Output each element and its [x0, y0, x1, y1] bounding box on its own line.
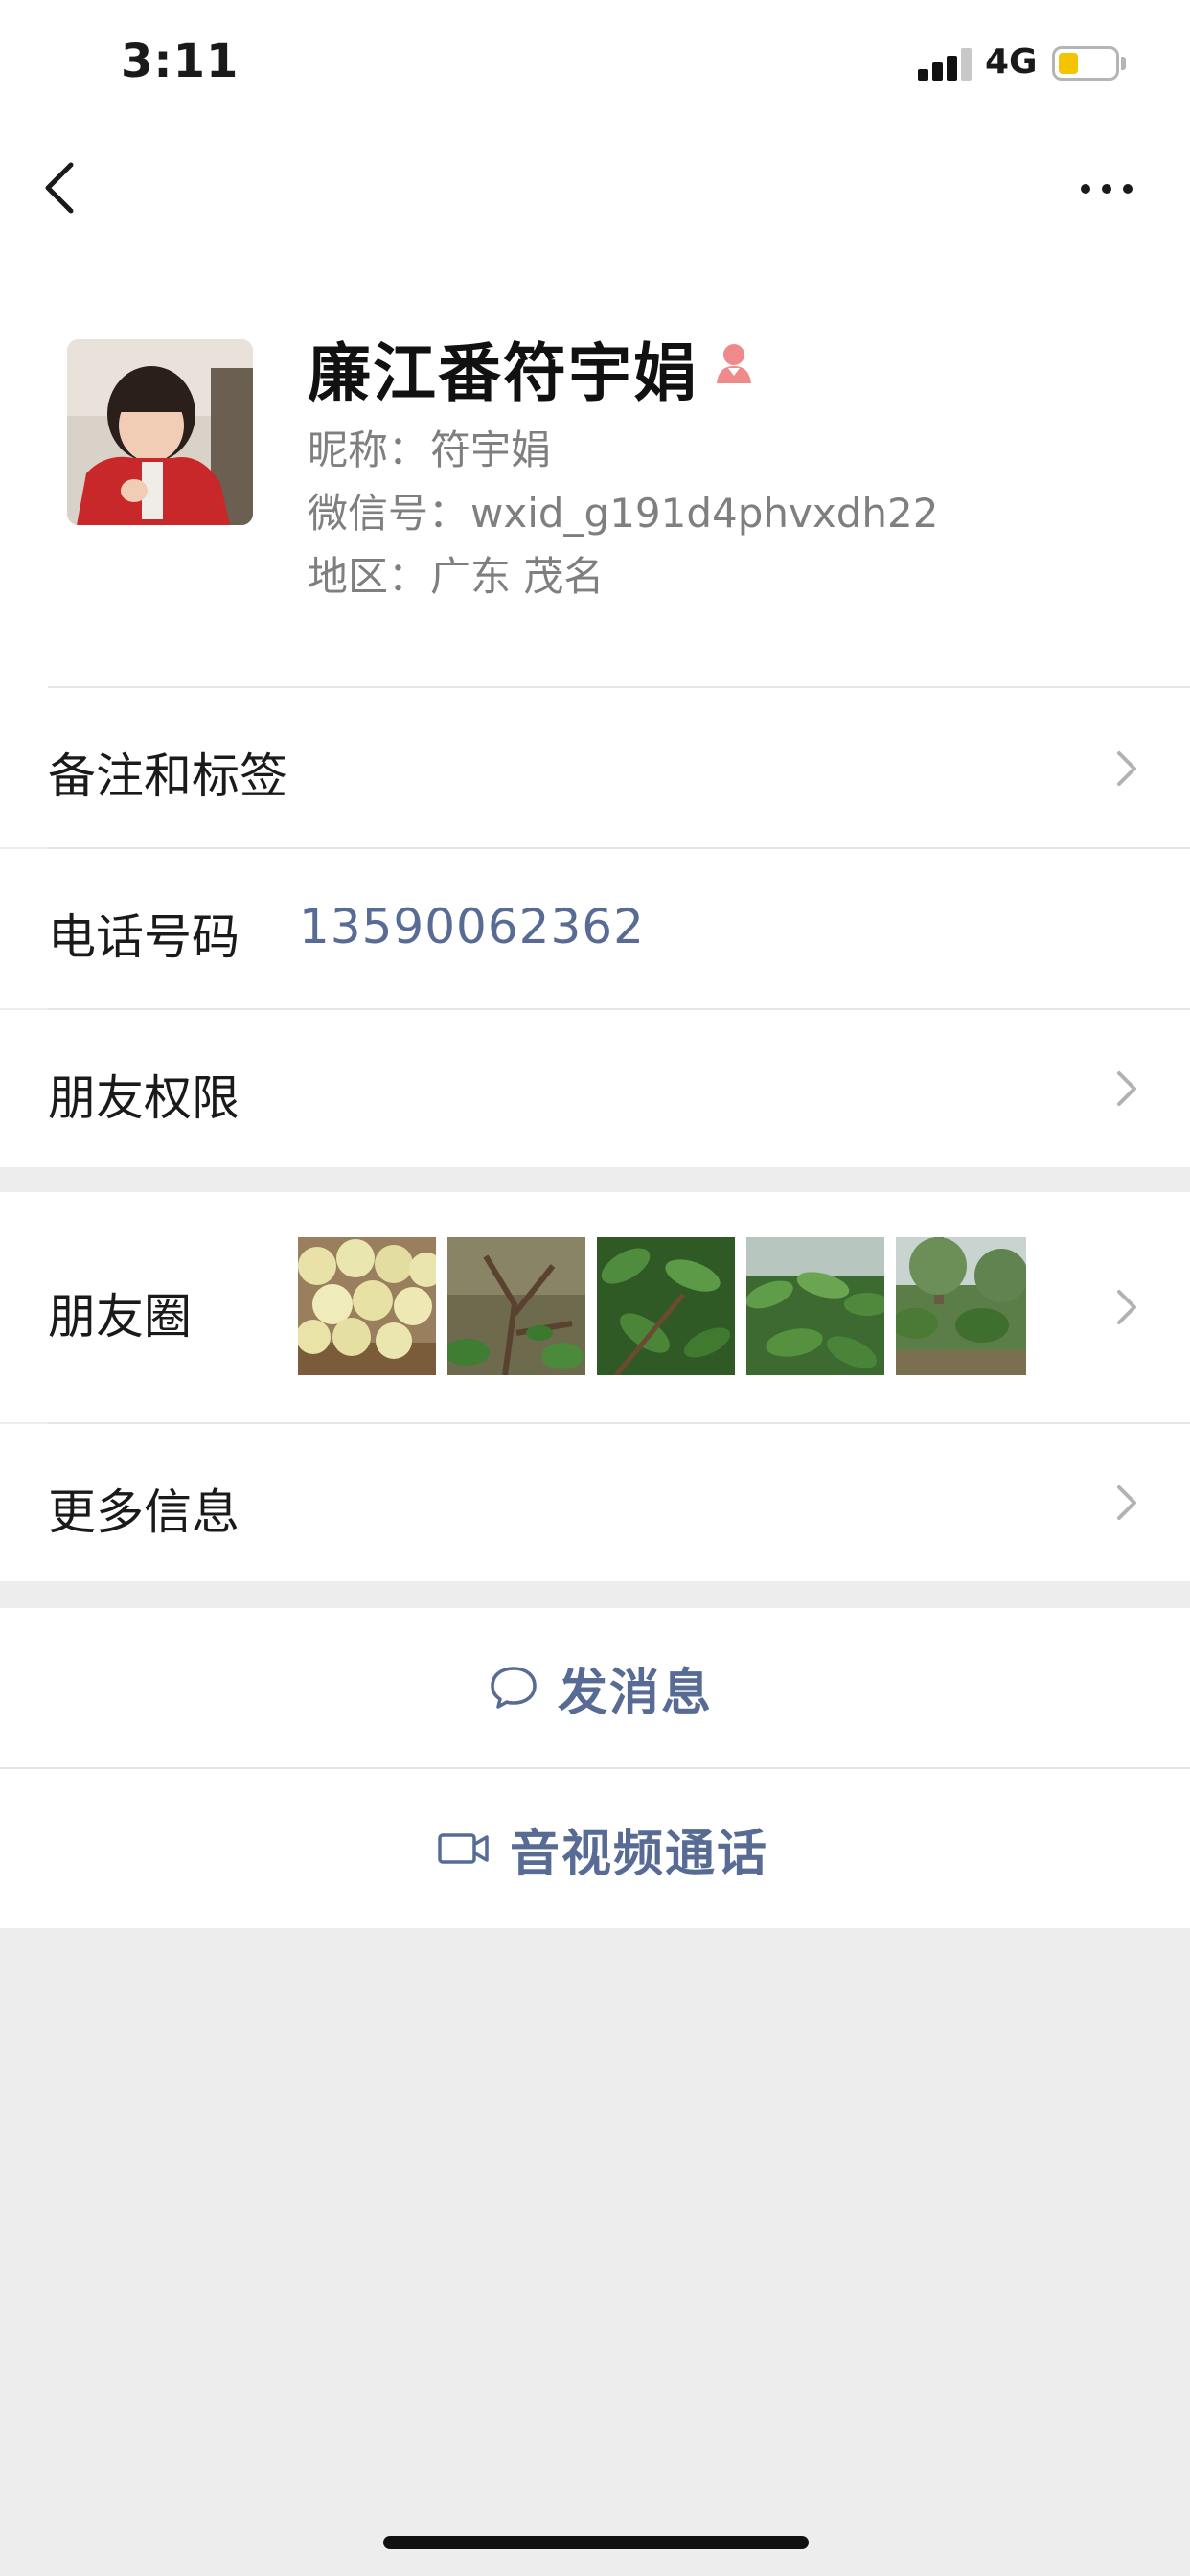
avatar-photo — [67, 339, 253, 525]
female-icon — [717, 344, 751, 383]
region: 广东 茂名 — [430, 553, 605, 600]
back-button[interactable] — [38, 157, 96, 218]
nickname-label: 昵称： — [308, 426, 429, 473]
contact-profile-screen: 3:11 4G 廉江番符宇娟 昵称：符宇娟 微信号：wxid_g191d4phv… — [0, 0, 1190, 2576]
nickname: 符宇娟 — [430, 426, 552, 473]
ellipsis-icon — [1081, 184, 1090, 194]
more-info-label: 更多信息 — [48, 1484, 240, 1540]
status-time: 3:11 — [121, 34, 240, 88]
moments-thumbnail — [597, 1237, 735, 1375]
navigation-bar — [0, 130, 1190, 245]
moments-label: 朋友圈 — [48, 1289, 192, 1345]
more-options-button[interactable] — [1073, 165, 1150, 213]
chevron-right-icon — [1117, 1485, 1136, 1520]
moments-thumbnail — [896, 1237, 1026, 1375]
chat-bubble-icon — [491, 1667, 537, 1709]
battery-icon — [1052, 46, 1119, 80]
chevron-right-icon — [1117, 751, 1136, 786]
status-bar: 3:11 4G — [0, 0, 1190, 130]
phone-label: 电话号码 — [48, 909, 240, 965]
wechat-id-label: 微信号： — [308, 490, 469, 537]
region-label: 地区： — [308, 553, 429, 600]
video-camera-icon — [438, 1833, 489, 1864]
wechat-id-line: 微信号：wxid_g191d4phvxdh22 — [308, 481, 938, 540]
battery-cap — [1121, 57, 1126, 70]
signal-icon — [918, 48, 972, 80]
network-type: 4G — [985, 42, 1038, 81]
moments-thumbnail — [447, 1237, 585, 1375]
more-info-row[interactable]: 更多信息 — [0, 1424, 1190, 1581]
avatar[interactable] — [67, 339, 253, 525]
chevron-right-icon — [1117, 1290, 1136, 1324]
remarks-tags-label: 备注和标签 — [48, 748, 287, 804]
moments-row[interactable]: 朋友圈 — [0, 1192, 1190, 1422]
tree-branches-photo — [447, 1237, 585, 1375]
region-line: 地区：广东 茂名 — [308, 544, 604, 603]
battery-level — [1059, 53, 1078, 74]
av-call-button[interactable]: 音视频通话 — [0, 1769, 1190, 1928]
remarks-tags-row[interactable]: 备注和标签 — [0, 688, 1190, 847]
send-message-button[interactable]: 发消息 — [0, 1608, 1190, 1767]
wechat-id[interactable]: wxid_g191d4phvxdh22 — [470, 490, 938, 537]
friend-permissions-label: 朋友权限 — [48, 1070, 240, 1126]
friend-permissions-row[interactable]: 朋友权限 — [0, 1010, 1190, 1167]
display-name: 廉江番符宇娟 — [308, 336, 698, 410]
leaves-photo — [597, 1237, 735, 1375]
home-indicator[interactable] — [383, 2536, 809, 2549]
profile-header: 廉江番符宇娟 昵称：符宇娟 微信号：wxid_g191d4phvxdh22 地区… — [0, 245, 1190, 688]
nickname-line: 昵称：符宇娟 — [308, 418, 551, 476]
leafy-shrub-photo — [746, 1237, 884, 1375]
orchard-photo — [896, 1237, 1026, 1375]
chevron-right-icon — [1117, 1071, 1136, 1106]
phone-number-link[interactable]: 13590062362 — [299, 899, 645, 954]
chevron-left-icon — [45, 162, 74, 214]
av-call-label: 音视频通话 — [510, 1825, 769, 1883]
pears-photo — [298, 1237, 436, 1375]
moments-thumbnail — [298, 1237, 436, 1375]
send-message-label: 发消息 — [558, 1664, 714, 1722]
moments-thumbnails — [298, 1237, 1026, 1375]
moments-thumbnail — [746, 1237, 884, 1375]
phone-row: 电话号码 13590062362 — [0, 849, 1190, 1008]
